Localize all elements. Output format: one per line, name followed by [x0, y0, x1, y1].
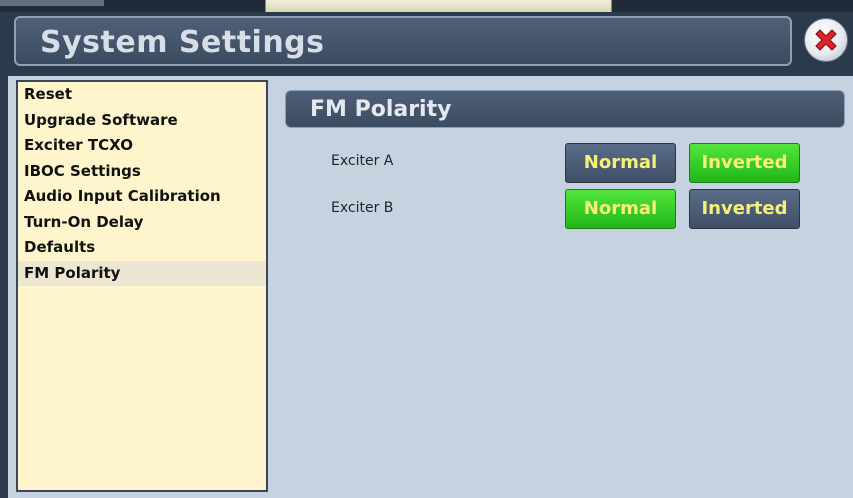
close-button[interactable]: [804, 18, 848, 62]
sidebar: Reset Upgrade Software Exciter TCXO IBOC…: [16, 80, 268, 492]
exciter-b-inverted-button[interactable]: Inverted: [689, 189, 800, 229]
exciter-a-inverted-button[interactable]: Inverted: [689, 143, 800, 183]
page-title: System Settings: [40, 25, 325, 60]
sidebar-item-exciter-tcxo[interactable]: Exciter TCXO: [18, 133, 266, 159]
title-bar: System Settings: [14, 16, 792, 66]
sidebar-item-fm-polarity[interactable]: FM Polarity: [18, 260, 266, 286]
sidebar-item-defaults[interactable]: Defaults: [18, 235, 266, 261]
sidebar-item-upgrade-software[interactable]: Upgrade Software: [18, 108, 266, 134]
sidebar-item-audio-input-calibration[interactable]: Audio Input Calibration: [18, 184, 266, 210]
exciter-a-normal-button[interactable]: Normal: [565, 143, 676, 183]
exciter-b-normal-button[interactable]: Normal: [565, 189, 676, 229]
sidebar-item-iboc-settings[interactable]: IBOC Settings: [18, 159, 266, 185]
sidebar-item-turn-on-delay[interactable]: Turn-On Delay: [18, 210, 266, 236]
top-strip: [0, 0, 853, 12]
section-header: FM Polarity: [285, 90, 845, 128]
top-tab-left: [0, 0, 104, 6]
top-tab-center: [265, 0, 612, 12]
exciter-a-label: Exciter A: [331, 153, 394, 169]
sidebar-item-reset[interactable]: Reset: [18, 82, 266, 108]
close-icon: [815, 29, 837, 51]
exciter-b-label: Exciter B: [331, 200, 394, 216]
section-title: FM Polarity: [310, 97, 452, 122]
